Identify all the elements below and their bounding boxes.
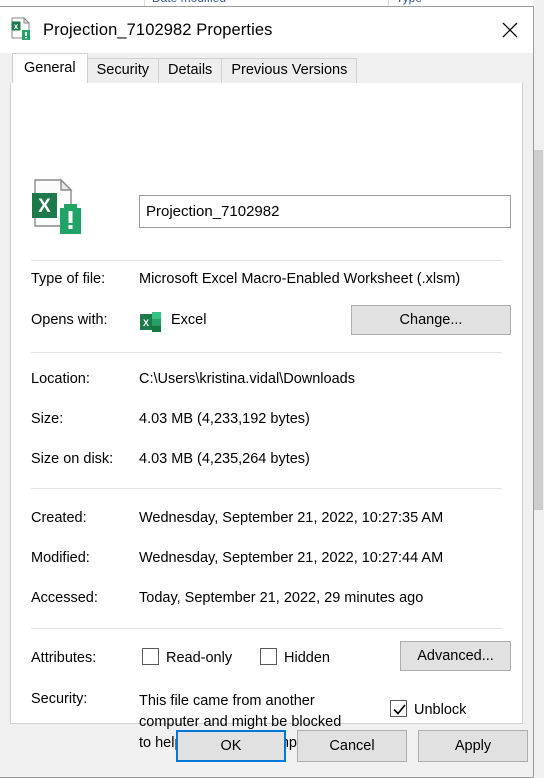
dialog-footer: OK Cancel Apply	[0, 715, 533, 777]
close-icon[interactable]	[487, 7, 533, 53]
accessed-value: Today, September 21, 2022, 29 minutes ag…	[139, 590, 424, 606]
created-label: Created:	[31, 510, 87, 526]
apply-button[interactable]: Apply	[418, 730, 528, 762]
modified-value: Wednesday, September 21, 2022, 10:27:44 …	[139, 550, 444, 566]
explorer-column-date-modified[interactable]: Date modified	[152, 0, 226, 5]
size-label: Size:	[31, 411, 64, 427]
dialog-titlebar[interactable]: x Projection_7102982 Properties	[0, 7, 533, 53]
filename-input[interactable]	[139, 195, 511, 228]
cancel-button[interactable]: Cancel	[297, 730, 407, 762]
divider	[31, 352, 502, 353]
ok-button[interactable]: OK	[176, 730, 286, 762]
tab-general[interactable]: General	[12, 53, 88, 83]
size-on-disk-label: Size on disk:	[31, 451, 114, 467]
location-label: Location:	[31, 371, 90, 387]
modified-label: Modified:	[31, 550, 90, 566]
tab-previous-versions[interactable]: Previous Versions	[221, 58, 358, 83]
opens-with-app-name: Excel	[171, 312, 207, 328]
created-value: Wednesday, September 21, 2022, 10:27:35 …	[139, 510, 444, 526]
hidden-label[interactable]: Hidden	[284, 650, 330, 666]
accessed-label: Accessed:	[31, 590, 98, 606]
hidden-checkbox[interactable]	[260, 648, 277, 665]
tab-details[interactable]: Details	[157, 58, 223, 83]
excel-macro-enabled-document-icon: X	[31, 178, 89, 240]
dialog-title: Projection_7102982 Properties	[43, 20, 273, 39]
excel-app-icon: X	[140, 312, 161, 332]
tabstrip: General Security Details Previous Versio…	[0, 53, 533, 83]
divider	[31, 260, 502, 261]
security-label: Security:	[31, 691, 88, 707]
type-of-file-label: Type of file:	[31, 271, 106, 287]
explorer-column-type[interactable]: Type	[396, 0, 422, 5]
explorer-scrollbar[interactable]	[533, 0, 544, 778]
explorer-scrollbar-thumb[interactable]	[534, 150, 543, 510]
svg-text:X: X	[38, 196, 51, 217]
divider	[31, 488, 502, 489]
read-only-label[interactable]: Read-only	[166, 650, 232, 666]
advanced-button[interactable]: Advanced...	[400, 641, 511, 671]
file-properties-dialog: x Projection_7102982 Properties General …	[0, 6, 534, 778]
attributes-label: Attributes:	[31, 650, 97, 666]
divider	[31, 628, 502, 629]
general-tab-page: X Type of file: Microsoft Excel Macro-En…	[10, 83, 523, 751]
location-value: C:\Users\kristina.vidal\Downloads	[139, 371, 355, 387]
size-value: 4.03 MB (4,233,192 bytes)	[139, 411, 310, 427]
excel-document-icon: x	[11, 16, 33, 43]
explorer-right-strip	[533, 0, 544, 778]
change-button[interactable]: Change...	[351, 305, 511, 335]
tab-security[interactable]: Security	[86, 58, 159, 83]
type-of-file-value: Microsoft Excel Macro-Enabled Worksheet …	[139, 271, 461, 287]
opens-with-label: Opens with:	[31, 312, 108, 328]
svg-text:x: x	[14, 22, 19, 31]
read-only-checkbox[interactable]	[142, 648, 159, 665]
size-on-disk-value: 4.03 MB (4,235,264 bytes)	[139, 451, 310, 467]
svg-text:X: X	[143, 318, 149, 328]
